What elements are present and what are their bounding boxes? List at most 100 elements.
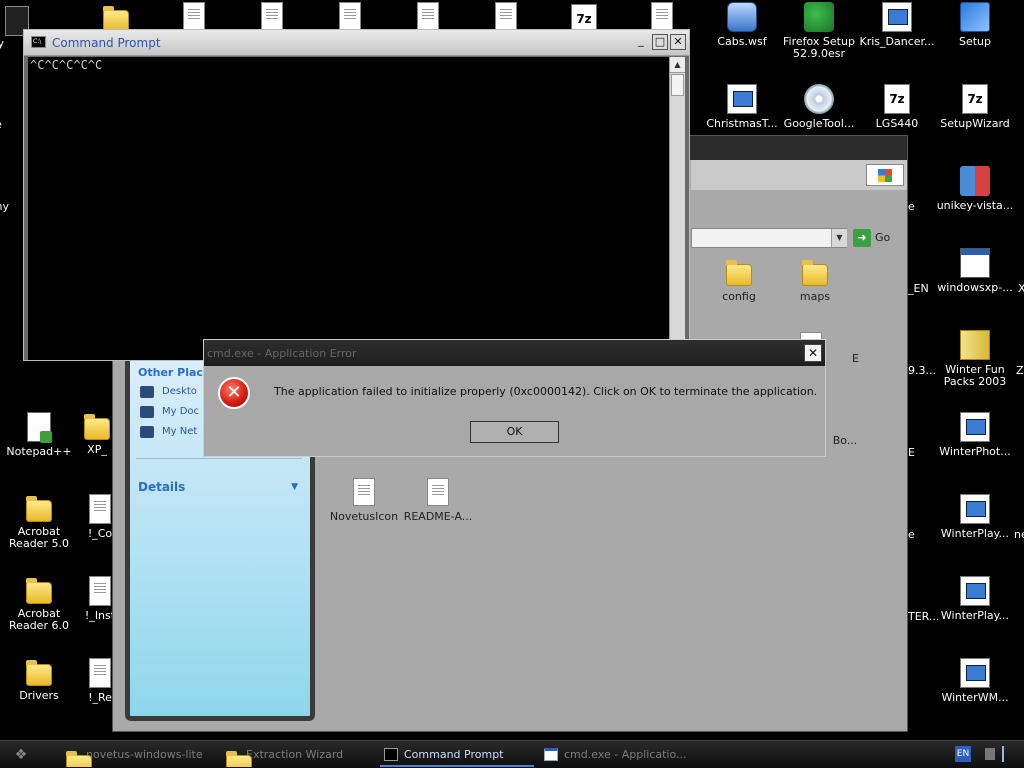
file-icon	[89, 576, 111, 606]
notepad-icon	[27, 412, 52, 443]
firefox-setup-icon	[804, 2, 834, 32]
desktop-icon-windowsxp[interactable]: windowsxp-...	[936, 248, 1014, 294]
desktop-icon-ne[interactable]: ne	[1014, 529, 1024, 541]
desktop-icon-acrobat-5[interactable]: Acrobat Reader 5.0	[0, 494, 78, 550]
taskbar-item-command-prompt[interactable]: Command Prompt	[380, 743, 534, 767]
image-file-icon	[417, 2, 439, 32]
application-error-dialog[interactable]: cmd.exe - Application Error ✕ ✕ The appl…	[203, 339, 826, 457]
desktop-icon-christmas[interactable]: ChristmasT...	[703, 84, 781, 130]
desktop-icon-googletool[interactable]: GoogleTool...	[780, 84, 858, 130]
cmd-icon: C:\	[31, 36, 46, 48]
taskbar-item-novetus[interactable]: novetus-windows-lite	[62, 743, 212, 767]
file-item-novetusicon[interactable]: NovetusIcon	[324, 478, 404, 523]
desktop-icon-firefox-setup[interactable]: Firefox Setup 52.9.0esr	[780, 2, 858, 60]
cmd-icon	[384, 748, 398, 761]
pane-divider	[136, 458, 302, 459]
file-item-maps[interactable]: maps	[775, 258, 855, 303]
desktop-icon-e2[interactable]: E	[908, 447, 922, 459]
image-file-icon	[183, 2, 205, 32]
desktop-icon-lgs440[interactable]: 7z LGS440	[858, 84, 936, 130]
desktop-icon-z[interactable]: Z	[1016, 365, 1024, 377]
text-file-icon	[427, 478, 449, 506]
start-button[interactable]: ❖	[8, 745, 34, 765]
folder-icon	[26, 578, 52, 604]
other-places-desktop-link[interactable]: Deskto	[162, 386, 197, 397]
window-icon	[544, 748, 558, 761]
error-icon: ✕	[218, 377, 250, 409]
taskbar-item-application-error[interactable]: cmd.exe - Applicatio...	[540, 743, 690, 767]
installer-icon	[960, 412, 990, 442]
desktop-icon-winter-fun[interactable]: Winter Fun Packs 2003	[936, 330, 1014, 388]
close-button[interactable]: ✕	[670, 34, 686, 50]
desktop-icon-setupwizard[interactable]: 7z SetupWizard	[936, 84, 1014, 130]
error-message: The application failed to initialize pro…	[274, 385, 818, 398]
desktop-icon-setup[interactable]: Setup	[936, 2, 1014, 48]
desktop-icon-winterwm[interactable]: WinterWM...	[936, 658, 1014, 704]
setup-icon	[960, 2, 990, 32]
tray-icon[interactable]	[985, 748, 995, 760]
image-file-icon	[339, 2, 361, 32]
desktop-icon-en[interactable]: _EN	[908, 283, 934, 295]
7z-icon: 7z	[884, 84, 910, 114]
desktop-icon-unikey[interactable]: unikey-vista...	[936, 166, 1014, 212]
address-dropdown-icon[interactable]: ▼	[831, 229, 847, 247]
image-file-icon	[353, 478, 375, 506]
desktop-icon-e1[interactable]: e	[908, 201, 922, 213]
cmd-titlebar[interactable]: C:\ Command Prompt _ □ ✕	[24, 30, 689, 56]
desktop-icon-m[interactable]: M	[0, 365, 28, 377]
file-item-config[interactable]: config	[699, 258, 779, 303]
go-button[interactable]: ➜ Go	[853, 229, 905, 249]
address-bar[interactable]	[691, 228, 847, 248]
desktop-icon-winterphot[interactable]: WinterPhot...	[936, 412, 1014, 458]
scroll-up-icon[interactable]: ▲	[670, 57, 685, 73]
go-arrow-icon: ➜	[853, 229, 871, 247]
desktop-icon-winterplay-1[interactable]: WinterPlay...	[936, 494, 1014, 540]
desktop-icon-93[interactable]: 9.3...	[908, 365, 936, 377]
installer-icon	[960, 494, 990, 524]
window-icon	[960, 248, 990, 278]
installer-icon	[960, 658, 990, 688]
other-places-my-network-link[interactable]: My Net	[162, 426, 197, 437]
image-file-icon	[261, 2, 283, 32]
file-icon	[89, 494, 111, 524]
other-places-my-documents-link[interactable]: My Doc	[162, 406, 199, 417]
other-places-title[interactable]: Other Plac	[138, 366, 203, 379]
tray-icon[interactable]	[1002, 746, 1010, 762]
window-title: Command Prompt	[52, 36, 161, 50]
folder-icon	[26, 496, 52, 522]
taskbar-item-extraction-wizard[interactable]: Extraction Wizard	[222, 743, 372, 767]
image-file-icon	[651, 2, 673, 32]
maximize-button[interactable]: □	[652, 34, 668, 50]
close-button[interactable]: ✕	[804, 344, 822, 362]
details-title[interactable]: Details	[138, 480, 185, 494]
desktop-icon-kris-dancer[interactable]: Kris_Dancer...	[858, 2, 936, 48]
folder-icon	[26, 660, 52, 686]
desktop-icon-acrobat-6[interactable]: Acrobat Reader 6.0	[0, 576, 78, 632]
file-item-readme[interactable]: README-A...	[398, 478, 478, 523]
desktop-icon-winterplay-2[interactable]: WinterPlay...	[936, 576, 1014, 622]
file-item-partial-bo[interactable]: Bo...	[825, 434, 865, 447]
chevron-down-icon[interactable]: ▼	[291, 482, 298, 492]
network-icon	[140, 426, 154, 438]
installer-icon	[960, 576, 990, 606]
language-indicator[interactable]: EN	[955, 746, 971, 762]
minimize-button[interactable]: _	[633, 34, 649, 50]
dialog-titlebar[interactable]: cmd.exe - Application Error ✕	[204, 340, 825, 366]
my-documents-icon	[140, 406, 154, 418]
console-output[interactable]: ^C^C^C^C^C	[28, 57, 669, 360]
desktop-icon-x[interactable]: X	[1018, 283, 1024, 295]
script-icon	[727, 2, 757, 32]
unikey-icon	[960, 166, 990, 196]
desktop-icon-e3[interactable]: e	[908, 529, 922, 541]
vertical-scrollbar[interactable]: ▲	[669, 57, 685, 360]
desktop-icon-ter[interactable]: TER...	[908, 611, 939, 623]
7z-icon: 7z	[962, 84, 988, 114]
desktop-icon-notepad[interactable]: Notepad++	[0, 412, 78, 458]
desktop-icon-cabs[interactable]: Cabs.wsf	[703, 2, 781, 48]
ok-button[interactable]: OK	[470, 421, 559, 443]
command-prompt-window[interactable]: C:\ Command Prompt _ □ ✕ ^C^C^C^C^C ▲	[23, 29, 690, 361]
desktop-icon-drivers[interactable]: Drivers	[0, 658, 78, 702]
taskbar: ❖ novetus-windows-lite Extraction Wizard…	[0, 740, 1024, 768]
scroll-thumb[interactable]	[671, 74, 684, 96]
zip-icon	[960, 330, 990, 360]
